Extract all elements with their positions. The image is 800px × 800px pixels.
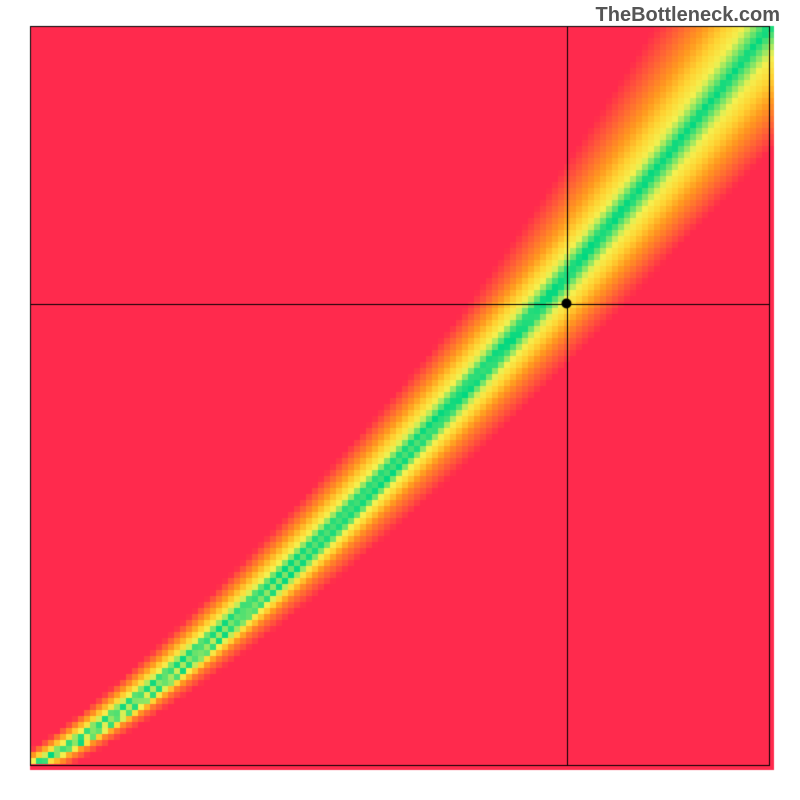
heatmap-chart bbox=[0, 0, 800, 800]
attribution-text: TheBottleneck.com bbox=[596, 4, 780, 27]
heatmap-canvas bbox=[0, 0, 800, 800]
